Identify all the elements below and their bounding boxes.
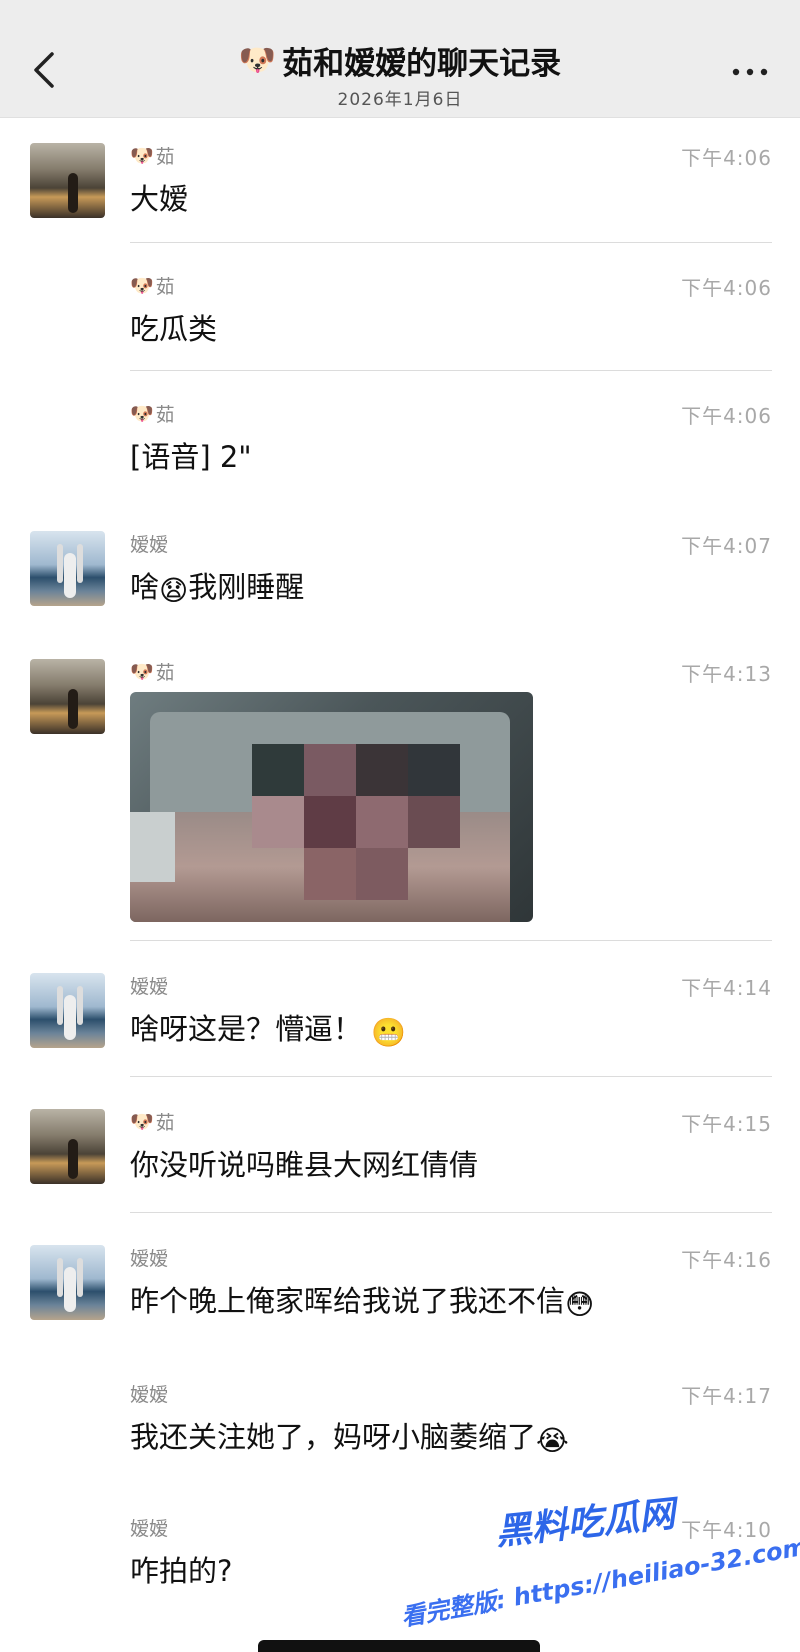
flushed-face-icon: 😳 — [565, 1288, 595, 1321]
message-text[interactable]: 啥呀这是？懵逼！ 😬 — [130, 1006, 406, 1049]
avatar-yuan[interactable] — [30, 973, 105, 1048]
message-time: 下午4:14 — [681, 976, 772, 1000]
message-text[interactable]: 大嫒 — [130, 176, 188, 218]
dog-face-icon: 🐶 — [130, 275, 154, 297]
sender-name: 嫒嫒 — [130, 1248, 169, 1270]
message-time: 下午4:06 — [681, 404, 772, 428]
dog-face-icon: 🐶 — [238, 42, 277, 78]
mosaic-block — [408, 796, 460, 848]
avatar-yuan[interactable] — [30, 531, 105, 606]
mosaic-block — [356, 744, 408, 796]
chat-header: 🐶 茹和嫒嫒的聊天记录 2026年1月6日 — [0, 0, 800, 118]
voice-message[interactable]: [语音] 2" — [130, 434, 252, 476]
mosaic-block — [304, 796, 356, 848]
mosaic-block — [356, 848, 408, 900]
chat-history: 🐶 茹 下午4:06 大嫒 🐶 茹 下午4:06 吃瓜类 🐶 茹 下午4:06 [语音… — [0, 118, 800, 1652]
more-options-icon[interactable] — [730, 64, 770, 80]
home-indicator[interactable] — [258, 1640, 540, 1652]
message-text[interactable]: 啥😧我刚睡醒 — [130, 564, 304, 607]
dog-face-icon: 🐶 — [130, 661, 154, 683]
divider — [130, 1076, 772, 1077]
avatar-ru[interactable] — [30, 659, 105, 734]
message-text[interactable]: 昨个晚上俺家晖给我说了我还不信😳 — [130, 1278, 594, 1321]
sender-name: 🐶 茹 — [130, 275, 175, 298]
divider — [130, 940, 772, 941]
mosaic-block — [252, 796, 304, 848]
message-text[interactable]: 你没听说吗睢县大网红倩倩 — [130, 1142, 478, 1184]
message-time: 下午4:07 — [681, 534, 772, 558]
message-time: 下午4:13 — [681, 662, 772, 686]
sender-name: 🐶 茹 — [130, 145, 175, 168]
page-subtitle-date: 2026年1月6日 — [337, 90, 463, 110]
page-title: 茹和嫒嫒的聊天记录 — [282, 46, 562, 82]
sender-name: 🐶 茹 — [130, 1111, 175, 1134]
sender-name: 嫒嫒 — [130, 976, 169, 998]
sender-name: 🐶 茹 — [130, 661, 175, 684]
mosaic-block — [304, 848, 356, 900]
frowning-face-icon: 😧 — [159, 574, 189, 607]
mosaic-block — [252, 744, 304, 796]
title-block: 🐶 茹和嫒嫒的聊天记录 2026年1月6日 — [0, 38, 800, 110]
divider — [130, 370, 772, 371]
message-time: 下午4:15 — [681, 1112, 772, 1136]
message-time: 下午4:17 — [681, 1384, 772, 1408]
crying-face-icon: 😭 — [536, 1424, 569, 1457]
dog-face-icon: 🐶 — [130, 403, 154, 425]
divider — [130, 242, 772, 243]
grin-face-icon: 😬 — [371, 1016, 407, 1049]
mosaic-block — [408, 744, 460, 796]
message-text[interactable]: 我还关注她了，妈呀小脑萎缩了😭 — [130, 1414, 569, 1457]
message-time: 下午4:06 — [681, 276, 772, 300]
divider — [130, 1212, 772, 1213]
message-text[interactable]: 吃瓜类 — [130, 306, 217, 348]
mosaic-block — [356, 796, 408, 848]
message-time: 下午4:06 — [681, 146, 772, 170]
sender-name: 🐶 茹 — [130, 403, 175, 426]
sender-name: 嫒嫒 — [130, 1518, 169, 1540]
photo-cabinet — [130, 812, 175, 882]
avatar-ru[interactable] — [30, 1109, 105, 1184]
sender-name: 嫒嫒 — [130, 534, 169, 556]
dog-face-icon: 🐶 — [130, 145, 154, 167]
mosaic-block — [304, 744, 356, 796]
message-time: 下午4:16 — [681, 1248, 772, 1272]
avatar-yuan[interactable] — [30, 1245, 105, 1320]
avatar-ru[interactable] — [30, 143, 105, 218]
message-text[interactable]: 咋拍的? — [130, 1548, 232, 1590]
photo-attachment[interactable] — [130, 692, 533, 922]
sender-name: 嫒嫒 — [130, 1384, 169, 1406]
dog-face-icon: 🐶 — [130, 1111, 154, 1133]
